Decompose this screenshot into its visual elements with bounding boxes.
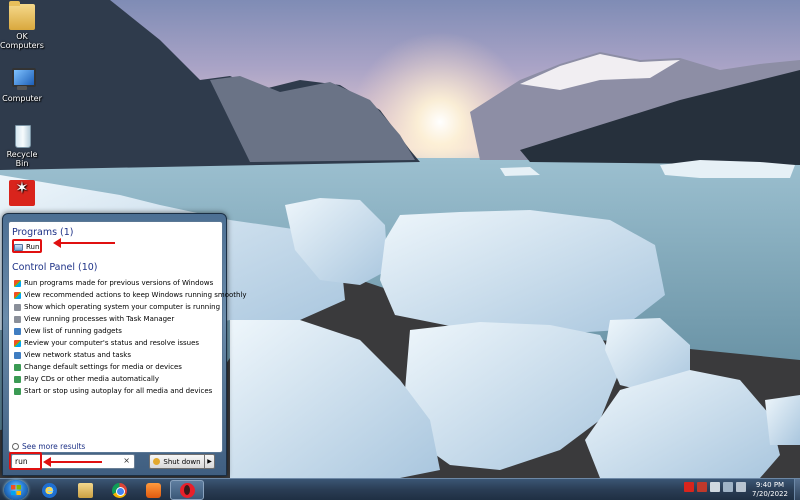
recycle-bin-icon <box>9 122 35 148</box>
result-label: Change default settings for media or dev… <box>24 363 182 371</box>
control-panel-group-header[interactable]: Control Panel (10) <box>12 262 98 273</box>
pdf-tray-icon[interactable] <box>684 482 694 492</box>
run-highlight-box <box>12 239 42 253</box>
result-computer-status[interactable]: Review your computer's status and resolv… <box>14 338 199 348</box>
desktop-icon-label: Computer <box>2 94 42 103</box>
result-task-manager[interactable]: View running processes with Task Manager <box>14 314 174 324</box>
taskbar-clock[interactable]: 9:40 PM 7/20/2022 <box>748 481 792 499</box>
result-operating-system[interactable]: Show which operating system your compute… <box>14 302 220 312</box>
desktop-icon-computer[interactable]: Computer <box>0 66 44 103</box>
result-play-cds[interactable]: Play CDs or other media automatically <box>14 374 159 384</box>
annotation-arrow-run <box>53 238 115 248</box>
clock-date: 7/20/2022 <box>752 490 788 498</box>
network-tray-icon[interactable] <box>723 482 733 492</box>
annotation-arrow-search <box>43 457 102 467</box>
action-center-icon[interactable] <box>710 482 720 492</box>
taskbar-internet-explorer[interactable]: e <box>32 480 66 500</box>
opera-icon <box>179 482 195 498</box>
security-tray-icon[interactable] <box>697 482 707 492</box>
media-icon <box>14 375 21 383</box>
shut-down-button[interactable]: Shut down <box>149 454 205 469</box>
search-icon <box>12 443 19 450</box>
system-icon <box>14 303 21 311</box>
see-more-results-link[interactable]: See more results <box>12 442 85 451</box>
show-desktop-button[interactable] <box>794 479 800 500</box>
result-label: View running processes with Task Manager <box>24 315 175 323</box>
result-label: Start or stop using autoplay for all med… <box>24 387 213 395</box>
media-icon <box>14 387 21 395</box>
desktop-icon-label: OK Computers <box>0 32 44 50</box>
pdf-reader-icon <box>9 180 35 206</box>
desktop-icon-ok-computers[interactable]: OK Computers <box>0 1 44 50</box>
result-label: Show which operating system your compute… <box>24 303 221 311</box>
see-more-label: See more results <box>22 442 86 451</box>
search-highlight-box <box>9 452 42 470</box>
folder-icon <box>9 1 35 30</box>
taskbar-file-explorer[interactable] <box>68 480 102 500</box>
result-autoplay[interactable]: Start or stop using autoplay for all med… <box>14 386 212 396</box>
taskbar-media-player[interactable] <box>136 480 170 500</box>
result-label: Review your computer's status and resolv… <box>24 339 200 347</box>
shield-icon <box>153 458 161 465</box>
internet-explorer-icon: e <box>41 482 57 498</box>
start-menu: Programs (1) Run Control Panel (10) Run … <box>2 213 247 476</box>
result-label: View list of running gadgets <box>24 327 122 335</box>
clock-time: 9:40 PM <box>755 481 785 489</box>
result-default-media-settings[interactable]: Change default settings for media or dev… <box>14 362 182 372</box>
programs-group-header[interactable]: Programs (1) <box>12 227 74 238</box>
desktop-icon-label: Recycle Bin <box>6 150 38 168</box>
media-icon <box>14 363 21 371</box>
file-explorer-icon <box>77 482 93 498</box>
result-program-compatibility[interactable]: Run programs made for previous versions … <box>14 278 213 288</box>
chevron-right-icon: ▶ <box>207 458 212 465</box>
clear-search-icon[interactable]: × <box>123 456 130 465</box>
start-button[interactable] <box>4 480 28 500</box>
result-recommended-actions[interactable]: View recommended actions to keep Windows… <box>14 290 247 300</box>
shut-down-options-button[interactable]: ▶ <box>204 454 215 469</box>
result-network-status[interactable]: View network status and tasks <box>14 350 131 360</box>
desktop-icon-pdf-reader[interactable] <box>0 180 44 208</box>
result-label: Play CDs or other media automatically <box>24 375 159 383</box>
desktop-icon-recycle-bin[interactable]: Recycle Bin <box>0 122 44 168</box>
result-label: Run programs made for previous versions … <box>24 279 214 287</box>
result-label: View recommended actions to keep Windows… <box>24 291 247 299</box>
flag-icon <box>14 291 21 299</box>
system-tray <box>684 482 746 492</box>
shut-down-label: Shut down <box>163 457 201 466</box>
taskbar-opera[interactable] <box>170 480 204 500</box>
flag-icon <box>14 339 21 347</box>
search-results-pane: Programs (1) Run Control Panel (10) Run … <box>8 221 247 453</box>
flag-icon <box>14 279 21 287</box>
volume-icon[interactable] <box>736 482 746 492</box>
taskbar: e 9:40 PM 7/20/2022 <box>0 478 800 500</box>
gadgets-icon <box>14 327 21 335</box>
computer-icon <box>9 66 36 92</box>
network-icon <box>14 351 21 359</box>
chrome-icon <box>111 482 127 498</box>
system-icon <box>14 315 21 323</box>
media-player-icon <box>145 482 161 498</box>
result-running-gadgets[interactable]: View list of running gadgets <box>14 326 122 336</box>
result-label: View network status and tasks <box>24 351 131 359</box>
taskbar-chrome[interactable] <box>102 480 136 500</box>
